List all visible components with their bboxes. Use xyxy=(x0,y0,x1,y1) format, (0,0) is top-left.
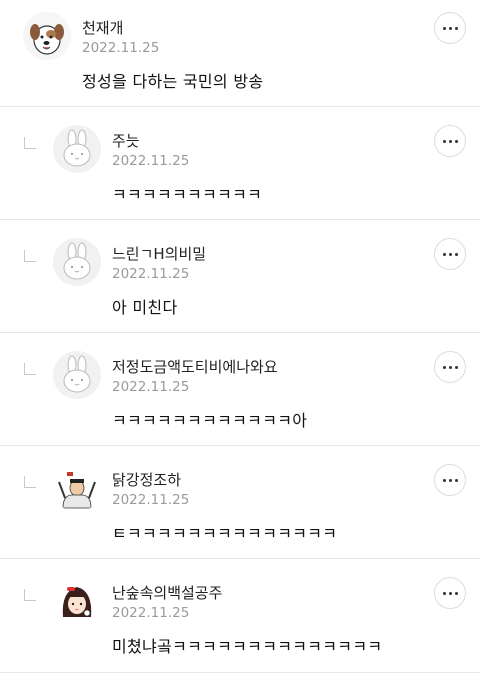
comment-date: 2022.11.25 xyxy=(112,605,190,621)
reply-indent-icon xyxy=(24,589,36,601)
more-options-button[interactable] xyxy=(434,238,466,270)
more-options-button[interactable] xyxy=(434,125,466,157)
comment-author[interactable]: 느린ㄱH의비밀 xyxy=(112,243,206,264)
dog-avatar-icon[interactable] xyxy=(23,12,71,60)
comment-text: 미쳤냐곸ㅋㅋㅋㅋㅋㅋㅋㅋㅋㅋㅋㅋㅋㅋ xyxy=(112,637,383,656)
comment-author[interactable]: 주늣 xyxy=(112,130,140,151)
comment-text: ㅋㅋㅋㅋㅋㅋㅋㅋㅋㅋ xyxy=(112,185,263,204)
person-avatar-icon[interactable] xyxy=(53,464,101,512)
reply-item: 닭강정조하 2022.11.25 ㅌㅋㅋㅋㅋㅋㅋㅋㅋㅋㅋㅋㅋㅋㅋ xyxy=(0,446,480,558)
comment-author[interactable]: 닭강정조하 xyxy=(112,469,181,490)
more-horizontal-icon xyxy=(442,591,446,595)
reply-indent-icon xyxy=(24,476,36,488)
more-horizontal-icon xyxy=(442,252,446,256)
comment-author[interactable]: 난숲속의백설공주 xyxy=(112,582,222,603)
reply-item: 난숲속의백설공주 2022.11.25 미쳤냐곸ㅋㅋㅋㅋㅋㅋㅋㅋㅋㅋㅋㅋㅋㅋ xyxy=(0,559,480,674)
reply-indent-icon xyxy=(24,137,36,149)
girl-avatar-icon[interactable] xyxy=(53,577,101,625)
comment-date: 2022.11.25 xyxy=(112,153,190,169)
bunny-avatar-icon[interactable] xyxy=(53,125,101,173)
comment-text: 아 미친다 xyxy=(112,298,178,317)
more-options-button[interactable] xyxy=(434,577,466,609)
comment-item: 천재개 2022.11.25 정성을 다하는 국민의 방송 xyxy=(0,0,480,106)
more-options-button[interactable] xyxy=(434,464,466,496)
reply-indent-icon xyxy=(24,250,36,262)
comment-text: 정성을 다하는 국민의 방송 xyxy=(82,72,264,91)
comment-text: ㅌㅋㅋㅋㅋㅋㅋㅋㅋㅋㅋㅋㅋㅋㅋ xyxy=(112,524,338,543)
reply-item: 주늣 2022.11.25 ㅋㅋㅋㅋㅋㅋㅋㅋㅋㅋ xyxy=(0,107,480,219)
reply-indent-icon xyxy=(24,363,36,375)
more-horizontal-icon xyxy=(442,139,446,143)
divider xyxy=(0,672,480,673)
bunny-avatar-icon[interactable] xyxy=(53,351,101,399)
comment-date: 2022.11.25 xyxy=(112,492,190,508)
reply-item: 느린ㄱH의비밀 2022.11.25 아 미친다 xyxy=(0,220,480,332)
more-horizontal-icon xyxy=(442,26,446,30)
bunny-avatar-icon[interactable] xyxy=(53,238,101,286)
more-options-button[interactable] xyxy=(434,351,466,383)
comment-text: ㅋㅋㅋㅋㅋㅋㅋㅋㅋㅋㅋㅋ아 xyxy=(112,411,308,430)
comment-author[interactable]: 천재개 xyxy=(82,17,123,38)
comment-date: 2022.11.25 xyxy=(112,379,190,395)
more-horizontal-icon xyxy=(442,365,446,369)
more-horizontal-icon xyxy=(442,478,446,482)
comment-date: 2022.11.25 xyxy=(82,40,160,56)
comment-date: 2022.11.25 xyxy=(112,266,190,282)
more-options-button[interactable] xyxy=(434,12,466,44)
reply-item: 저정도금액도티비에나와요 2022.11.25 ㅋㅋㅋㅋㅋㅋㅋㅋㅋㅋㅋㅋ아 xyxy=(0,333,480,445)
comment-author[interactable]: 저정도금액도티비에나와요 xyxy=(112,356,278,377)
